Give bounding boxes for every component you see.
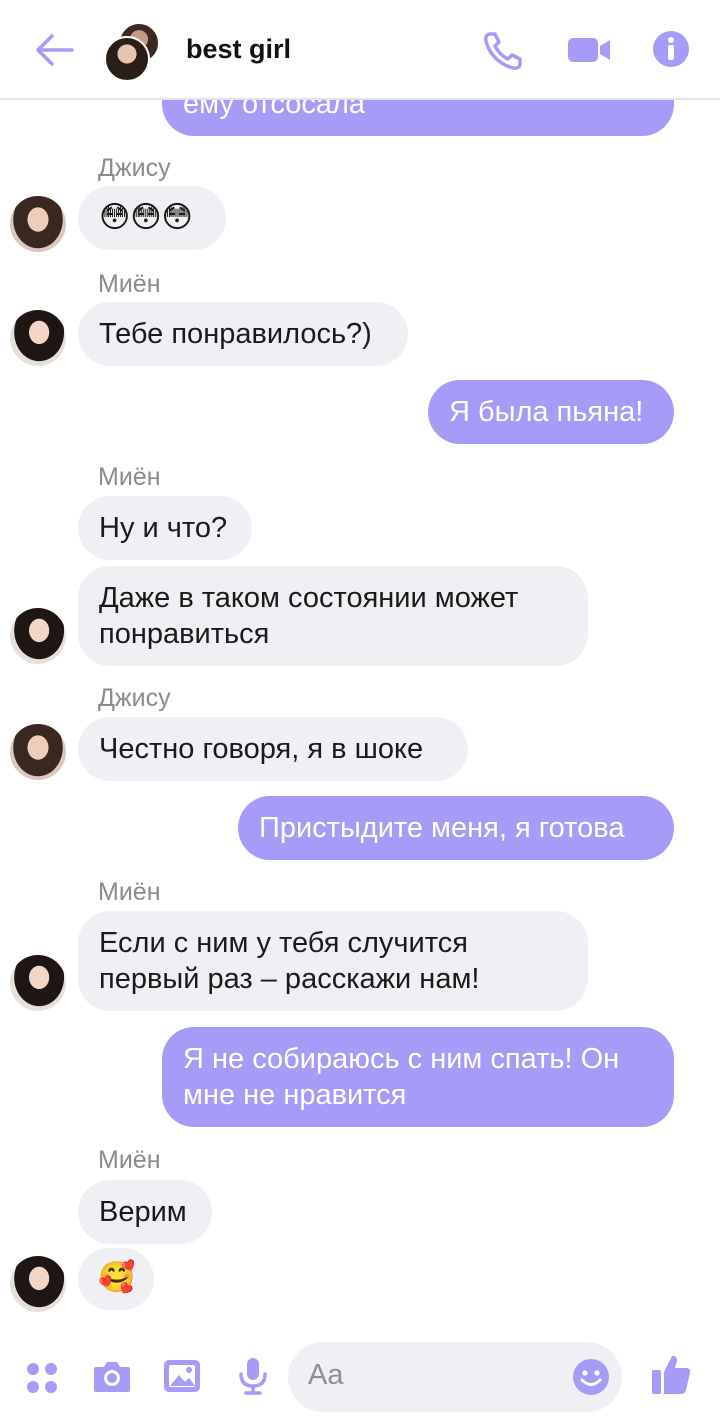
avatar[interactable] (10, 196, 66, 252)
message-text-line: мне не нравится (183, 1079, 407, 1111)
back-arrow-icon[interactable] (34, 32, 74, 68)
sender-name: Миён (98, 1146, 161, 1174)
message-text-line: Даже в таком состоянии может (99, 582, 519, 614)
microphone-icon[interactable] (236, 1356, 270, 1396)
message-text: Ну и что? (99, 512, 228, 544)
message-text: Я была пьяна! (449, 396, 644, 428)
message-text: Верим (99, 1196, 187, 1228)
outgoing-message[interactable]: Я не собираюсь с ним спать! Он мне не нр… (162, 1027, 674, 1127)
chat-header: best girl (0, 0, 720, 100)
composer-bar: Aa (0, 1330, 720, 1424)
incoming-message[interactable]: Честно говоря, я в шоке (78, 717, 468, 781)
info-icon[interactable] (652, 30, 690, 68)
avatar[interactable] (10, 724, 66, 780)
image-icon[interactable] (162, 1358, 202, 1394)
message-input-placeholder: Aa (308, 1359, 344, 1391)
phone-icon[interactable] (482, 30, 524, 72)
avatar[interactable] (10, 955, 66, 1011)
message-list[interactable]: ему отсосала Джису 😳😳😳 Миён Тебе понрави… (0, 0, 720, 1330)
group-avatar[interactable] (104, 22, 162, 82)
incoming-message[interactable]: Верим (78, 1180, 212, 1244)
incoming-message[interactable]: 🥰 (78, 1248, 154, 1310)
message-text-line: Я не собираюсь с ним спать! Он (183, 1043, 620, 1075)
emoji-icon[interactable] (572, 1358, 610, 1396)
outgoing-message[interactable]: Я была пьяна! (428, 380, 674, 444)
avatar (104, 36, 150, 82)
sender-name: Миён (98, 270, 161, 298)
incoming-message[interactable]: Ну и что? (78, 496, 252, 560)
apps-icon[interactable] (24, 1360, 60, 1396)
incoming-message[interactable]: 😳😳😳 (78, 186, 226, 250)
message-text: Честно говоря, я в шоке (99, 733, 424, 765)
avatar[interactable] (10, 608, 66, 664)
video-camera-icon[interactable] (566, 30, 612, 70)
incoming-message[interactable]: Тебе понравилось?) (78, 302, 408, 366)
thumbs-up-icon[interactable] (650, 1352, 692, 1396)
sender-name: Джису (98, 684, 171, 712)
sender-name: Джису (98, 154, 171, 182)
avatar[interactable] (10, 1256, 66, 1312)
message-text-line: первый раз – расскажи нам! (99, 963, 480, 995)
camera-icon[interactable] (92, 1358, 132, 1394)
message-text: Пристыдите меня, я готова (259, 812, 625, 844)
message-text-line: Если с ним у тебя случится (99, 927, 468, 959)
message-input[interactable]: Aa (288, 1342, 622, 1412)
avatar[interactable] (10, 310, 66, 366)
sender-name: Миён (98, 878, 161, 906)
sender-name: Миён (98, 463, 161, 491)
message-text: Тебе понравилось?) (99, 318, 372, 350)
message-text-line: понравиться (99, 618, 270, 650)
incoming-message[interactable]: Если с ним у тебя случится первый раз – … (78, 911, 588, 1011)
message-text: 😳😳😳 (99, 201, 193, 234)
incoming-message[interactable]: Даже в таком состоянии может понравиться (78, 566, 588, 666)
message-text: 🥰 (98, 1261, 136, 1294)
chat-title[interactable]: best girl (186, 34, 291, 65)
outgoing-message[interactable]: Пристыдите меня, я готова (238, 796, 674, 860)
